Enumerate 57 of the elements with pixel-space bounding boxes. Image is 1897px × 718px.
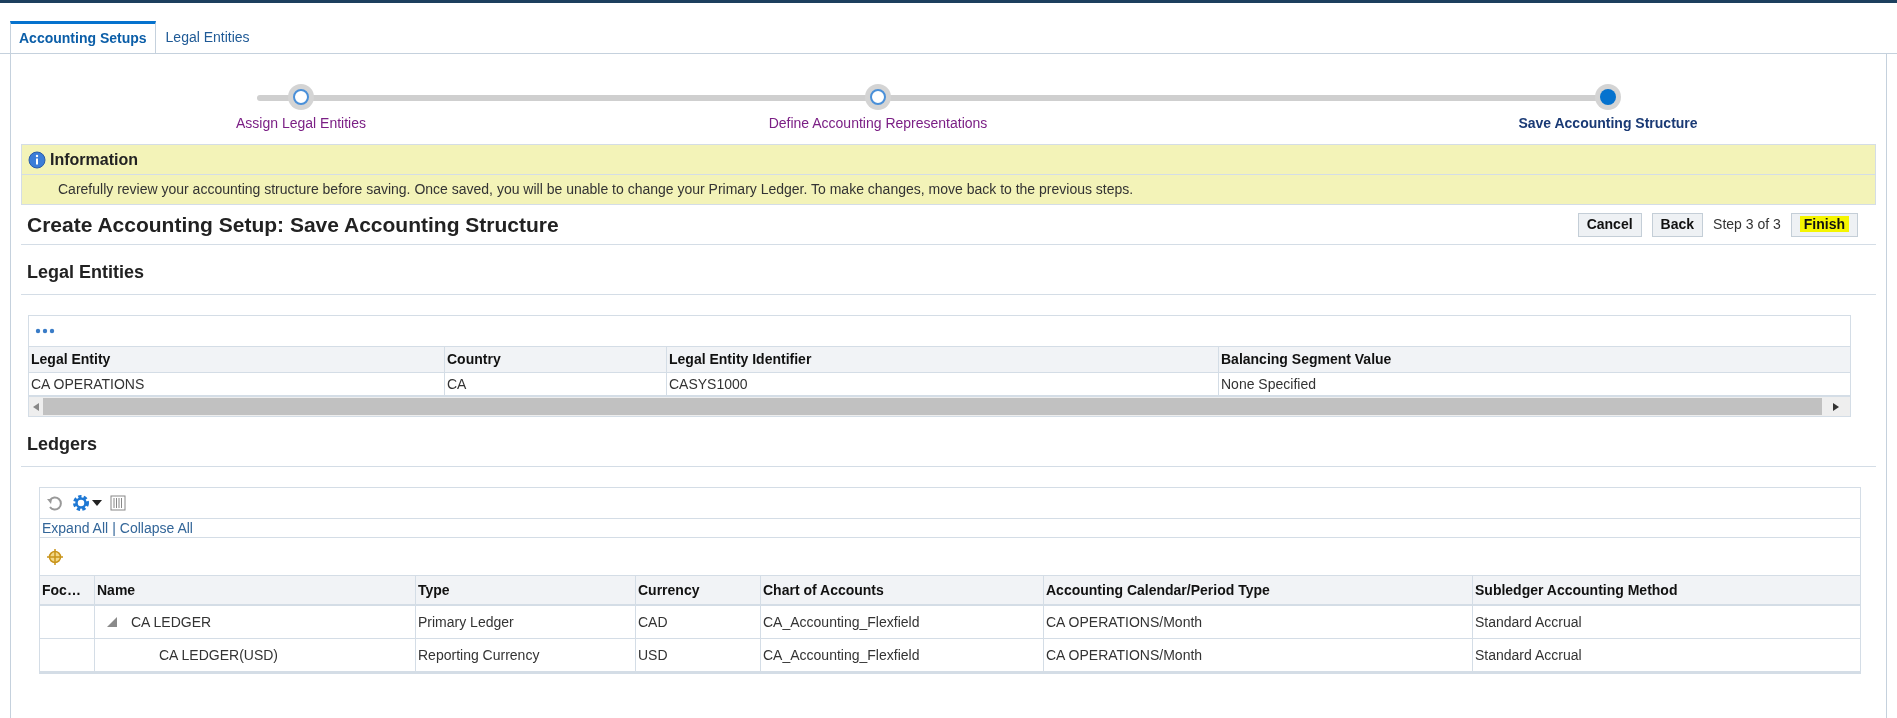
column-header: Chart of Accounts bbox=[760, 576, 1043, 604]
column-header: Name bbox=[94, 576, 415, 604]
ledger-name[interactable]: CA LEDGER(USD) bbox=[159, 644, 279, 666]
table-cell: CA_Accounting_Flexfield bbox=[760, 639, 1043, 671]
information-title: Information bbox=[50, 149, 138, 170]
collapse-all-link[interactable]: Collapse All bbox=[119, 517, 193, 539]
columns-icon[interactable] bbox=[110, 495, 126, 511]
tab[interactable]: Legal Entities bbox=[155, 21, 260, 53]
refresh-icon[interactable] bbox=[46, 494, 64, 512]
scroll-left-icon[interactable] bbox=[33, 402, 39, 411]
column-header: Subledger Accounting Method bbox=[1472, 576, 1860, 604]
table-cell-text: CA OPERATIONS bbox=[30, 374, 146, 394]
information-message: Carefully review your accounting structure before saving. Once saved, you will be unable to change your Primary Ledger. To make changes, move back to the previous steps. bbox=[57, 180, 1135, 199]
train-stop-label: Save Accounting Structure bbox=[1518, 114, 1698, 133]
train-stop[interactable] bbox=[288, 84, 314, 110]
table-cell: USD bbox=[635, 639, 760, 671]
table-cell: Reporting Currency bbox=[415, 639, 635, 671]
table-cell: Standard Accrual bbox=[1472, 639, 1860, 671]
table-cell: CA bbox=[444, 373, 666, 395]
crosshair-icon[interactable] bbox=[46, 547, 64, 566]
train-stop-label[interactable]: Define Accounting Representations bbox=[768, 113, 988, 134]
table-cell: CAD bbox=[635, 606, 760, 638]
column-header: Balancing Segment Value bbox=[1218, 347, 1850, 372]
table-cell: CASYS1000 bbox=[666, 373, 1218, 395]
ledger-name[interactable]: CA LEDGER bbox=[131, 611, 212, 633]
column-header: Legal Entity Identifier bbox=[666, 347, 1218, 372]
column-header: Currency bbox=[635, 576, 760, 604]
column-header: Foc… bbox=[41, 580, 82, 600]
column-header: Country bbox=[444, 347, 666, 372]
table-cell: CA OPERATIONS/Month bbox=[1043, 639, 1472, 671]
table-cell: CA_Accounting_Flexfield bbox=[760, 606, 1043, 638]
table-cell: Primary Ledger bbox=[415, 606, 635, 638]
link-separator: | bbox=[112, 518, 116, 538]
table-cell: CA OPERATIONS/Month bbox=[1043, 606, 1472, 638]
table-cell: Standard Accrual bbox=[1472, 606, 1860, 638]
column-header: Legal Entity bbox=[30, 350, 112, 369]
column-header: Accounting Calendar/Period Type bbox=[1043, 576, 1472, 604]
settings-icon[interactable] bbox=[72, 494, 102, 512]
expanded-triangle-icon[interactable] bbox=[107, 617, 117, 627]
column-header: Type bbox=[415, 576, 635, 604]
more-icon[interactable] bbox=[35, 328, 55, 334]
train-stop[interactable] bbox=[1595, 84, 1621, 110]
train-stop[interactable] bbox=[865, 84, 891, 110]
info-icon bbox=[28, 150, 46, 169]
cancel-button[interactable]: Cancel bbox=[1577, 212, 1642, 237]
section-heading: Legal Entities bbox=[26, 261, 145, 284]
section-heading: Ledgers bbox=[26, 433, 98, 456]
back-button[interactable]: Back bbox=[1651, 212, 1704, 237]
page-title: Create Accounting Setup: Save Accounting Structure bbox=[26, 211, 559, 238]
finish-button[interactable]: Finish bbox=[1790, 212, 1858, 237]
scroll-right-icon[interactable] bbox=[1833, 402, 1839, 411]
expand-all-link[interactable]: Expand All bbox=[42, 517, 109, 539]
table-cell: None Specified bbox=[1218, 373, 1850, 395]
tab[interactable]: Accounting Setups bbox=[10, 21, 156, 53]
horizontal-scrollbar[interactable] bbox=[29, 397, 1850, 416]
train-stop-label[interactable]: Assign Legal Entities bbox=[236, 113, 366, 134]
step-indicator: Step 3 of 3 bbox=[1713, 215, 1781, 234]
